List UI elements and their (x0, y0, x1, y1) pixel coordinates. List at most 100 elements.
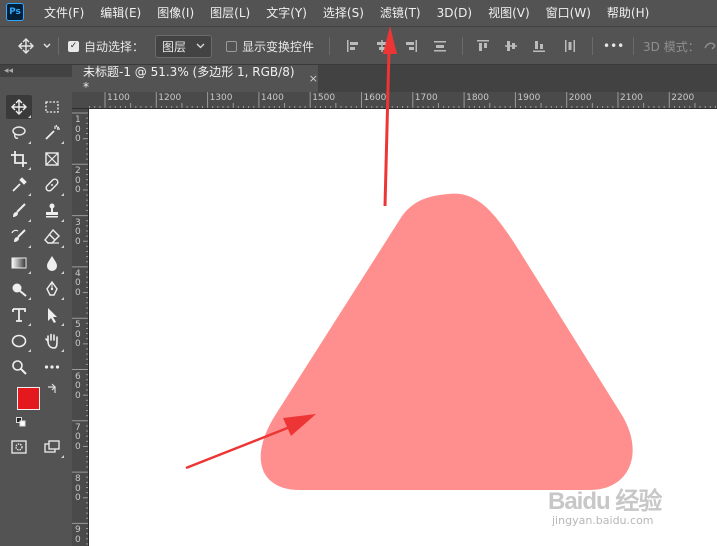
zoom-tool[interactable] (6, 355, 32, 379)
ruler-label: 0 (75, 134, 81, 144)
frame-tool[interactable] (39, 147, 65, 171)
hand-icon (45, 333, 58, 349)
healing-brush-tool[interactable] (39, 173, 65, 197)
screen-mode-button[interactable] (39, 435, 65, 459)
auto-select-checkbox[interactable]: ✓ (68, 40, 79, 52)
eyedropper-tool[interactable] (6, 173, 32, 197)
path-selection-tool[interactable] (39, 303, 65, 327)
lasso-icon (12, 126, 26, 139)
magic-wand-tool[interactable] (39, 121, 65, 145)
ruler-label: 1600 (363, 93, 387, 103)
vertical-ruler[interactable]: 10020030040050060070080090 (72, 109, 89, 546)
ruler-label: 1800 (466, 93, 489, 103)
foreground-color-swatch[interactable] (17, 387, 40, 410)
menu-filter[interactable]: 滤镜(T) (372, 0, 429, 26)
document-tab-title: 未标题-1 @ 51.3% (多边形 1, RGB/8) * (83, 65, 295, 94)
menu-layer[interactable]: 图层(L) (202, 0, 258, 26)
toolbox (0, 77, 72, 546)
auto-select-label: 自动选择： (84, 39, 145, 54)
ruler-label: 4 (75, 268, 81, 279)
ruler-label: 2100 (620, 93, 643, 103)
marquee-tool[interactable] (39, 95, 65, 119)
edit-toolbar-button[interactable] (39, 355, 65, 379)
ruler-label: 0 (75, 287, 81, 298)
gradient-tool[interactable] (6, 251, 32, 275)
distribute-vertical-icon[interactable] (433, 39, 447, 53)
panel-collapse-button[interactable]: ◂◂ (0, 65, 72, 77)
pen-tool[interactable] (39, 277, 65, 301)
auto-select-target-dropdown[interactable]: 图层 (155, 34, 213, 58)
align-top-edges-icon[interactable] (476, 39, 490, 53)
3d-orbit-icon[interactable] (703, 39, 717, 53)
brush-tool[interactable] (6, 199, 32, 223)
menu-3d[interactable]: 3D(D) (429, 0, 480, 26)
align-horizontal-centers-icon[interactable] (375, 39, 389, 53)
baidu-watermark: Baidu 经验 jingyan.baidu.com (548, 481, 688, 541)
menu-help[interactable]: 帮助(H) (599, 0, 657, 26)
lasso-tool[interactable] (6, 121, 32, 145)
quick-mask-button[interactable] (6, 435, 32, 459)
history-brush-tool[interactable] (6, 225, 32, 249)
water-drop-icon (47, 256, 57, 271)
menu-bar: Ps 文件(F) 编辑(E) 图像(I) 图层(L) 文字(Y) 选择(S) 滤… (0, 0, 717, 26)
ruler-label: 0 (75, 329, 81, 340)
ruler-label: 9 (75, 525, 81, 536)
show-transform-controls-checkbox[interactable] (226, 40, 237, 52)
eraser-tool[interactable] (39, 225, 65, 249)
brush-icon (13, 203, 26, 217)
eyedropper-icon (12, 177, 27, 192)
bandage-icon (45, 178, 59, 192)
menu-select[interactable]: 选择(S) (315, 0, 372, 26)
swap-colors-icon[interactable] (46, 383, 58, 395)
crop-tool[interactable] (6, 147, 32, 171)
ruler-label: 8 (75, 474, 81, 485)
quick-mask-icon (11, 440, 27, 454)
ruler-label: 1700 (414, 93, 438, 103)
watermark-brand: Baidu 经验 (548, 488, 662, 515)
move-icon (11, 99, 27, 115)
watermark-url: jingyan.baidu.com (552, 514, 654, 527)
ruler-label: 5 (75, 320, 81, 331)
move-tool-preset-icon[interactable] (18, 27, 52, 65)
chevron-down-icon (196, 43, 205, 49)
horizontal-ruler[interactable]: 1100 1200 1300 1400 1500 1600 1700 1800 1900 2000… (72, 92, 717, 109)
close-icon[interactable]: × (309, 72, 318, 85)
default-colors-icon[interactable] (16, 417, 26, 427)
align-right-edges-icon[interactable] (404, 39, 418, 53)
distribute-horizontal-icon[interactable] (563, 39, 577, 53)
align-left-edges-icon[interactable] (346, 39, 360, 53)
ruler-label: 1300 (209, 93, 233, 103)
more-options-button[interactable]: ••• (603, 39, 624, 53)
dodge-tool[interactable] (6, 277, 32, 301)
move-tool[interactable] (6, 95, 32, 119)
ruler-label: 0 (75, 278, 81, 289)
pen-icon (46, 280, 58, 296)
ruler-label: 2 (75, 166, 81, 177)
ellipse-tool[interactable] (6, 329, 32, 353)
blur-tool[interactable] (39, 251, 65, 275)
clone-stamp-tool[interactable] (39, 199, 65, 223)
3d-mode-label: 3D 模式： (643, 39, 700, 54)
ruler-label: 0 (75, 432, 81, 443)
menu-file[interactable]: 文件(F) (36, 0, 92, 26)
ruler-label: 2000 (568, 93, 592, 103)
menu-type[interactable]: 文字(Y) (258, 0, 315, 26)
ruler-label: 0 (75, 493, 81, 504)
ruler-label: 0 (75, 339, 81, 350)
ruler-label: 2200 (671, 93, 695, 103)
menu-edit[interactable]: 编辑(E) (92, 0, 149, 26)
align-vertical-centers-icon[interactable] (504, 39, 518, 53)
menu-image[interactable]: 图像(I) (149, 0, 202, 26)
menu-view[interactable]: 视图(V) (480, 0, 538, 26)
ruler-label: 1 (75, 115, 81, 125)
arrow-pointer-icon (48, 308, 57, 323)
align-bottom-edges-icon[interactable] (532, 39, 546, 53)
eraser-icon (44, 228, 60, 244)
hand-tool[interactable] (39, 329, 65, 353)
ruler-label: 0 (75, 381, 81, 391)
document-tab[interactable]: 未标题-1 @ 51.3% (多边形 1, RGB/8) * × (72, 65, 318, 94)
photoshop-logo[interactable]: Ps (6, 3, 24, 21)
menu-window[interactable]: 窗口(W) (538, 0, 599, 26)
menu-items: 文件(F) 编辑(E) 图像(I) 图层(L) 文字(Y) 选择(S) 滤镜(T… (36, 0, 657, 26)
type-tool[interactable] (6, 303, 32, 327)
